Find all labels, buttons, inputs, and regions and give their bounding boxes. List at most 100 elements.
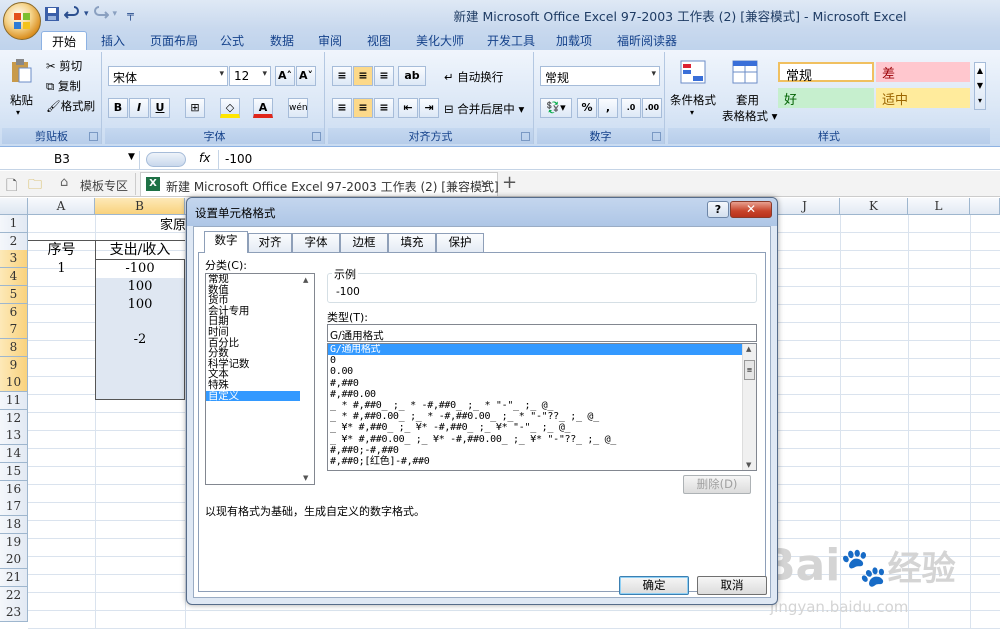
insert-function-button[interactable]: fx	[199, 151, 210, 165]
tab-home[interactable]: 开始	[41, 31, 88, 50]
column-header-l[interactable]: L	[908, 198, 970, 215]
row-header[interactable]: 21	[0, 569, 28, 587]
dialog-tab-border[interactable]: 边框	[340, 233, 388, 252]
row-header[interactable]: 17	[0, 498, 28, 517]
template-tab[interactable]: ⌂ 模板专区	[56, 173, 136, 195]
column-header-k[interactable]: K	[840, 198, 908, 215]
type-item[interactable]: 0.00	[328, 366, 756, 377]
type-item[interactable]: #,##0	[328, 378, 756, 389]
font-launcher-icon[interactable]	[312, 132, 321, 141]
dialog-tab-alignment[interactable]: 对齐	[248, 233, 292, 252]
column-header-j[interactable]: J	[770, 198, 840, 215]
category-list[interactable]: 常规 数值 货币 会计专用 日期 时间 百分比 分数 科学记数 文本 特殊 自定…	[205, 273, 315, 485]
shrink-font-button[interactable]: A˅	[296, 66, 316, 86]
increase-indent-icon[interactable]: ⇥	[419, 98, 439, 118]
type-item[interactable]: _ ¥* #,##0.00_ ;_ ¥* -#,##0.00_ ;_ ¥* "-…	[328, 434, 756, 445]
clipboard-launcher-icon[interactable]	[89, 132, 98, 141]
cancel-button[interactable]: 取消	[697, 576, 767, 595]
number-launcher-icon[interactable]	[652, 132, 661, 141]
save-icon[interactable]	[44, 6, 60, 22]
office-button[interactable]	[3, 2, 41, 40]
type-item[interactable]: _ ¥* #,##0_ ;_ ¥* -#,##0_ ;_ ¥* "-"_ ;_ …	[328, 422, 756, 433]
format-painter-button[interactable]: 🖌格式刷	[46, 98, 95, 114]
border-icon[interactable]: ⊞	[185, 98, 205, 118]
align-right-icon[interactable]: ≡	[374, 98, 394, 118]
category-item[interactable]: 常规	[206, 274, 314, 285]
type-item[interactable]: #,##0;[红色]-#,##0	[328, 456, 756, 467]
dialog-tab-font[interactable]: 字体	[292, 233, 340, 252]
ok-button[interactable]: 确定	[619, 576, 689, 595]
underline-button[interactable]: U	[150, 98, 170, 118]
row-header[interactable]: 23	[0, 604, 28, 623]
row-header[interactable]: 12	[0, 409, 28, 428]
category-scrollbar[interactable]: ▲ ▼	[300, 274, 314, 484]
cell-b3[interactable]: -100	[95, 260, 185, 278]
decrease-decimal-icon[interactable]: .00	[642, 98, 662, 118]
style-good[interactable]: 好	[778, 88, 874, 108]
delete-button[interactable]: 删除(D)	[683, 475, 751, 494]
merge-center-button[interactable]: ⊟ 合并后居中 ▾	[444, 101, 524, 117]
scroll-down-icon[interactable]: ▼	[303, 474, 308, 482]
row-header[interactable]: 2	[0, 232, 28, 251]
dialog-tab-number[interactable]: 数字	[204, 231, 248, 253]
scroll-down-icon[interactable]: ▼	[746, 461, 751, 469]
align-center-icon[interactable]: ≡	[353, 98, 373, 118]
tab-addins[interactable]: 加载项	[556, 31, 592, 50]
row-header[interactable]: 22	[0, 586, 28, 605]
tab-insert[interactable]: 插入	[101, 31, 125, 50]
row-header[interactable]: 16	[0, 480, 28, 499]
row-header[interactable]: 11	[0, 392, 28, 410]
row-header[interactable]: 6	[0, 303, 28, 322]
undo-icon[interactable]	[64, 6, 80, 22]
percent-button[interactable]: %	[577, 98, 597, 118]
cell-b2[interactable]: 支出/收入	[95, 241, 185, 259]
bold-button[interactable]: B	[108, 98, 128, 118]
tab-review[interactable]: 审阅	[318, 31, 342, 50]
type-scrollbar[interactable]: ▲ ≡ ▼	[742, 344, 756, 470]
type-item[interactable]: 0	[328, 355, 756, 366]
type-item[interactable]: #,##0.00	[328, 389, 756, 400]
tab-foxit[interactable]: 福昕阅读器	[617, 31, 677, 50]
row-header[interactable]: 20	[0, 551, 28, 570]
font-color-icon[interactable]: A	[253, 98, 273, 118]
row-header[interactable]: 15	[0, 462, 28, 481]
scroll-up-icon[interactable]: ▲	[303, 276, 308, 284]
conditional-format-icon[interactable]	[680, 60, 706, 84]
sheet-title-cell[interactable]: 家原	[140, 217, 186, 235]
type-item[interactable]: #,##0;-#,##0	[328, 445, 756, 456]
formula-bar-expand-icon[interactable]	[146, 152, 186, 167]
style-neutral[interactable]: 适中	[876, 88, 970, 108]
fill-color-icon[interactable]: ◇	[220, 98, 240, 118]
copy-button[interactable]: ⧉ 复制	[46, 78, 81, 94]
style-bad[interactable]: 差	[876, 62, 970, 82]
cut-button[interactable]: ✂ 剪切	[46, 58, 82, 74]
row-header[interactable]: 13	[0, 427, 28, 446]
select-all-corner[interactable]	[0, 198, 28, 215]
tab-data[interactable]: 数据	[270, 31, 294, 50]
conditional-format-button[interactable]: 条件格式	[670, 92, 716, 108]
column-header-b[interactable]: B	[95, 198, 185, 215]
type-input[interactable]: G/通用格式	[327, 324, 757, 342]
column-header-a[interactable]: A	[28, 198, 95, 215]
customize-qat-icon[interactable]: ╤	[127, 8, 134, 21]
folder-icon[interactable]: 🗀	[28, 174, 42, 198]
wrap-text-button[interactable]: ↵ 自动换行	[444, 69, 503, 85]
tab-formulas[interactable]: 公式	[220, 31, 244, 50]
row-header[interactable]: 5	[0, 285, 28, 304]
dialog-tab-fill[interactable]: 填充	[388, 233, 436, 252]
tab-view[interactable]: 视图	[367, 31, 391, 50]
name-box[interactable]: B3 ▼	[0, 151, 140, 169]
redo-dropdown-icon[interactable]: ▾	[113, 9, 118, 19]
italic-button[interactable]: I	[129, 98, 149, 118]
align-middle-icon[interactable]: ≡	[353, 66, 373, 86]
type-item-selected[interactable]: G/通用格式	[328, 344, 756, 356]
row-header[interactable]: 18	[0, 515, 28, 534]
row-header[interactable]: 9	[0, 356, 28, 375]
cell-b4[interactable]: 100	[95, 278, 185, 296]
font-size-combo[interactable]: 12 ▾	[229, 66, 271, 86]
paste-button[interactable]: 粘贴	[10, 92, 33, 108]
row-header[interactable]: 10	[0, 374, 28, 393]
table-format-button[interactable]: 表格格式 ▾	[722, 108, 777, 124]
undo-dropdown-icon[interactable]: ▾	[84, 9, 89, 19]
scroll-thumb[interactable]: ≡	[744, 360, 755, 380]
